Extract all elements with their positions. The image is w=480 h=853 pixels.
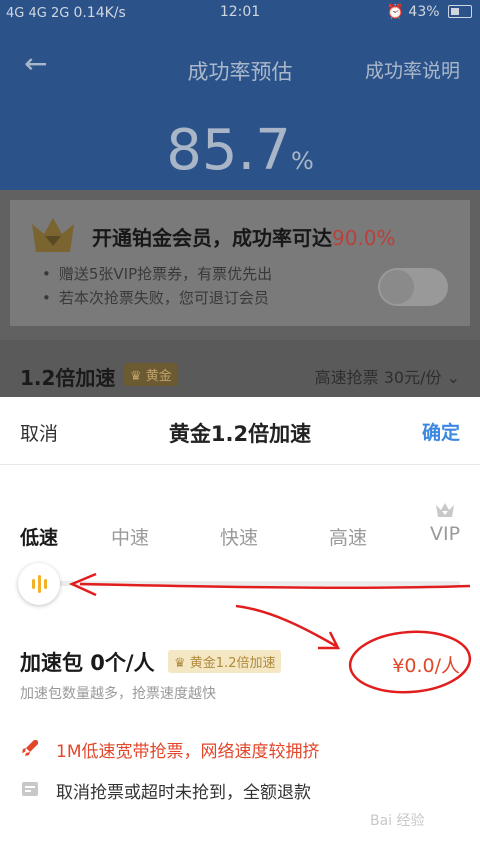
crown-icon: ♛ (174, 656, 190, 671)
rate-unit: % (290, 147, 314, 175)
vip-crown-icon (436, 503, 454, 517)
boost-pack-hint: 加速包数量越多，抢票速度越快 (20, 686, 216, 702)
gold-badge-label: 黄金 (145, 369, 172, 384)
success-rate-header: 4G 4G 2G 0.14K/s 12:01 ⏰ 43% ← 成功率预估 成功率… (0, 0, 480, 190)
feature-text: 取消抢票或超时未抢到，全额退款 (56, 783, 311, 803)
rate-number: 85.7 (166, 118, 291, 183)
watermark-logo: Bai 经验 (370, 813, 425, 829)
vip-toggle-switch[interactable] (378, 268, 448, 306)
success-rate-explain-link[interactable]: 成功率说明 (365, 56, 460, 83)
speed-level-low[interactable]: 低速 (20, 523, 58, 550)
speed-level-vip[interactable]: VIP (430, 523, 460, 545)
crown-icon: ♛ (130, 369, 146, 384)
speed-option-row[interactable]: 1.2倍加速 ♛ 黄金 高速抢票 30元/份 ⌄ (0, 340, 480, 397)
speed-slider-track[interactable] (40, 581, 460, 586)
sheet-title: 黄金1.2倍加速 (168, 422, 312, 446)
boost-pack-badge-label: 黄金1.2倍加速 (189, 656, 276, 671)
battery-level: 43% (408, 4, 440, 20)
speed-option-label: 1.2倍加速 (20, 366, 116, 390)
confirm-button[interactable]: 确定 (422, 418, 460, 445)
vip-promo-card: 开通铂金会员，成功率可达90.0% 赠送5张VIP抢票券，有票优先出 若本次抢票… (10, 200, 470, 326)
chevron-down-icon: ⌄ (446, 368, 460, 387)
benefit-item: 赠送5张VIP抢票券，有票优先出 (42, 262, 272, 286)
speed-option-price: 高速抢票 30元/份 ⌄ (315, 364, 460, 388)
boost-pack-label: 加速包 0个/人 (20, 651, 155, 675)
vip-promo-text: 开通铂金会员，成功率可达 (92, 226, 332, 250)
battery-icon (448, 5, 472, 18)
speed-select-sheet: 取消 黄金1.2倍加速 确定 低速 中速 快速 高速 VIP 加速包 0个/人 … (0, 397, 480, 853)
speed-level-fast[interactable]: 快速 (220, 523, 258, 550)
success-rate-value: 85.7% (0, 118, 480, 183)
speed-slider-handle[interactable] (18, 563, 60, 605)
gold-badge: ♛ 黄金 (124, 363, 178, 386)
vip-promo-rate: 90.0% (332, 226, 396, 250)
speed-level-medium[interactable]: 中速 (111, 523, 149, 550)
boost-pack-badge: ♛ 黄金1.2倍加速 (168, 650, 282, 673)
speed-level-tabs: 低速 中速 快速 高速 VIP (0, 523, 480, 553)
vip-benefits-list: 赠送5张VIP抢票券，有票优先出 若本次抢票失败，您可退订会员 (42, 262, 272, 310)
status-bar: 4G 4G 2G 0.14K/s 12:01 ⏰ 43% (0, 0, 480, 26)
speed-option-price-text: 高速抢票 30元/份 (314, 368, 442, 387)
rocket-icon (22, 740, 38, 756)
status-right: ⏰ 43% (387, 4, 472, 20)
sheet-header: 取消 黄金1.2倍加速 确定 (0, 397, 480, 465)
boost-pack-price: ¥0.0/人 (392, 655, 460, 677)
benefit-item: 若本次抢票失败，您可退订会员 (42, 286, 272, 310)
speed-level-high[interactable]: 高速 (329, 523, 367, 550)
nav-bar: ← 成功率预估 成功率说明 (0, 46, 480, 90)
vip-promo-title: 开通铂金会员，成功率可达90.0% (92, 222, 396, 251)
document-icon (22, 782, 38, 796)
background-page: 4G 4G 2G 0.14K/s 12:01 ⏰ 43% ← 成功率预估 成功率… (0, 0, 480, 397)
alarm-icon: ⏰ (386, 4, 404, 20)
feature-text: 1M低速宽带抢票，网络速度较拥挤 (56, 742, 320, 762)
crown-icon (32, 218, 74, 252)
